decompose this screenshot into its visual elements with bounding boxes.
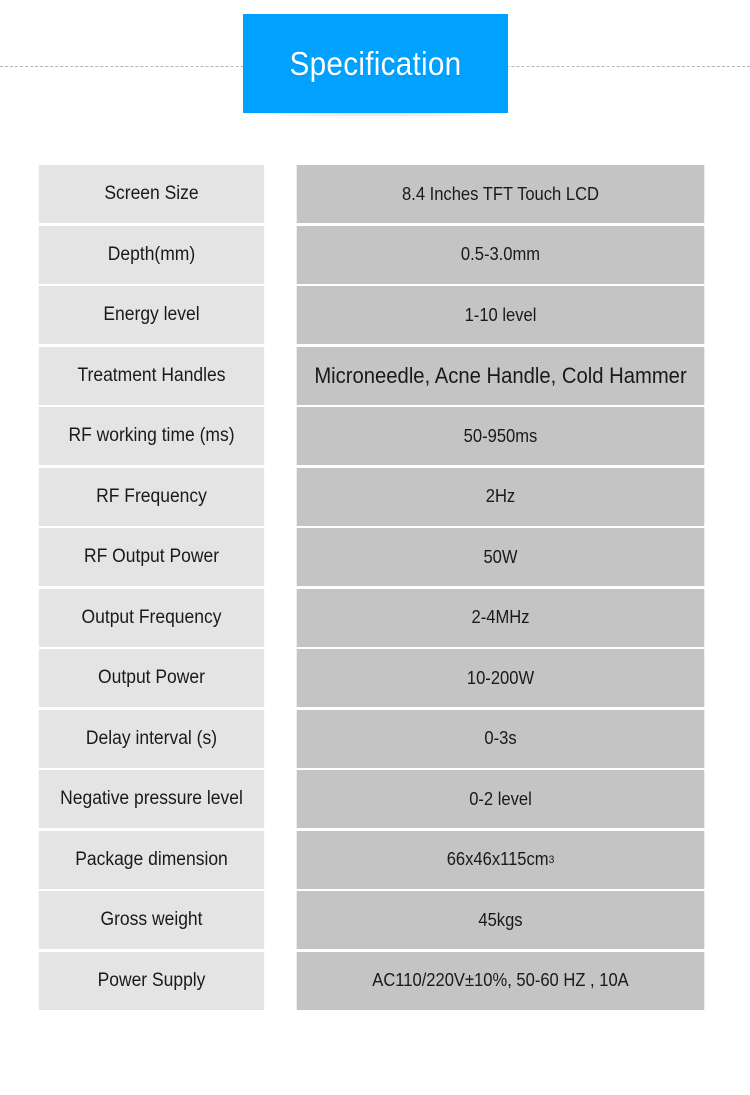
table-row: Delay interval (s) 0-3s — [29, 709, 722, 768]
specification-table: Screen Size 8.4 Inches TFT Touch LCD Depth… — [29, 165, 722, 1010]
spec-label-cell: Power Supply — [38, 951, 265, 1010]
spec-value-cell: 0-3s — [296, 709, 705, 768]
spec-value-text: 66x46x115cm — [446, 849, 549, 869]
table-row: Output Power 10-200W — [29, 649, 722, 707]
spec-label-cell: Negative pressure level — [38, 770, 265, 828]
spec-value-cell: 8.4 Inches TFT Touch LCD — [296, 165, 705, 223]
table-row: Gross weight 45kgs — [29, 891, 722, 949]
spec-label-cell: Output Power — [38, 649, 265, 707]
spec-value-cell: 2Hz — [296, 467, 705, 526]
spec-label-cell: Package dimension — [38, 830, 265, 889]
spec-value-cell: 66x46x115cm 3 — [296, 830, 705, 889]
spec-label-cell: Energy level — [38, 286, 265, 344]
spec-value-cell: 0-2 level — [296, 770, 705, 828]
table-row: Depth(mm) 0.5-3.0mm — [29, 225, 722, 284]
table-row: Power Supply AC110/220V±10%, 50-60 HZ , 1… — [29, 951, 722, 1010]
table-row: Treatment Handles Microneedle, Acne Handl… — [29, 346, 722, 405]
specification-banner: Specification — [243, 14, 508, 124]
spec-label-cell: Screen Size — [38, 165, 265, 223]
spec-label-cell: Delay interval (s) — [38, 709, 265, 768]
spec-value-cell: 50-950ms — [296, 407, 705, 465]
spec-label-cell: Treatment Handles — [38, 346, 265, 405]
spec-value-cell: AC110/220V±10%, 50-60 HZ , 10A — [296, 951, 705, 1010]
spec-value-cell: 45kgs — [296, 891, 705, 949]
spec-value-cell: 2-4MHz — [296, 588, 705, 647]
table-row: RF working time (ms) 50-950ms — [29, 407, 722, 465]
page-title: Specification — [289, 44, 462, 82]
spec-value-cell: 1-10 level — [296, 286, 705, 344]
spec-value-cell: 0.5-3.0mm — [296, 225, 705, 284]
table-row: Package dimension 66x46x115cm 3 — [29, 830, 722, 889]
header-area: Specification — [0, 0, 750, 150]
spec-label-cell: Depth(mm) — [38, 225, 265, 284]
spec-label-cell: RF Frequency — [38, 467, 265, 526]
spec-label-cell: Gross weight — [38, 891, 265, 949]
spec-value-cell: 10-200W — [296, 649, 705, 707]
spec-value-cell: Microneedle, Acne Handle, Cold Hammer — [296, 346, 705, 405]
spec-label-cell: RF Output Power — [38, 528, 265, 586]
table-row: RF Frequency 2Hz — [29, 467, 722, 526]
table-row: Screen Size 8.4 Inches TFT Touch LCD — [29, 165, 722, 223]
table-row: Output Frequency 2-4MHz — [29, 588, 722, 647]
spec-value-cell: 50W — [296, 528, 705, 586]
spec-label-cell: RF working time (ms) — [38, 407, 265, 465]
table-row: Negative pressure level 0-2 level — [29, 770, 722, 828]
table-row: RF Output Power 50W — [29, 528, 722, 586]
banner-panel: Specification — [243, 14, 508, 113]
table-row: Energy level 1-10 level — [29, 286, 722, 344]
spec-label-cell: Output Frequency — [38, 588, 265, 647]
